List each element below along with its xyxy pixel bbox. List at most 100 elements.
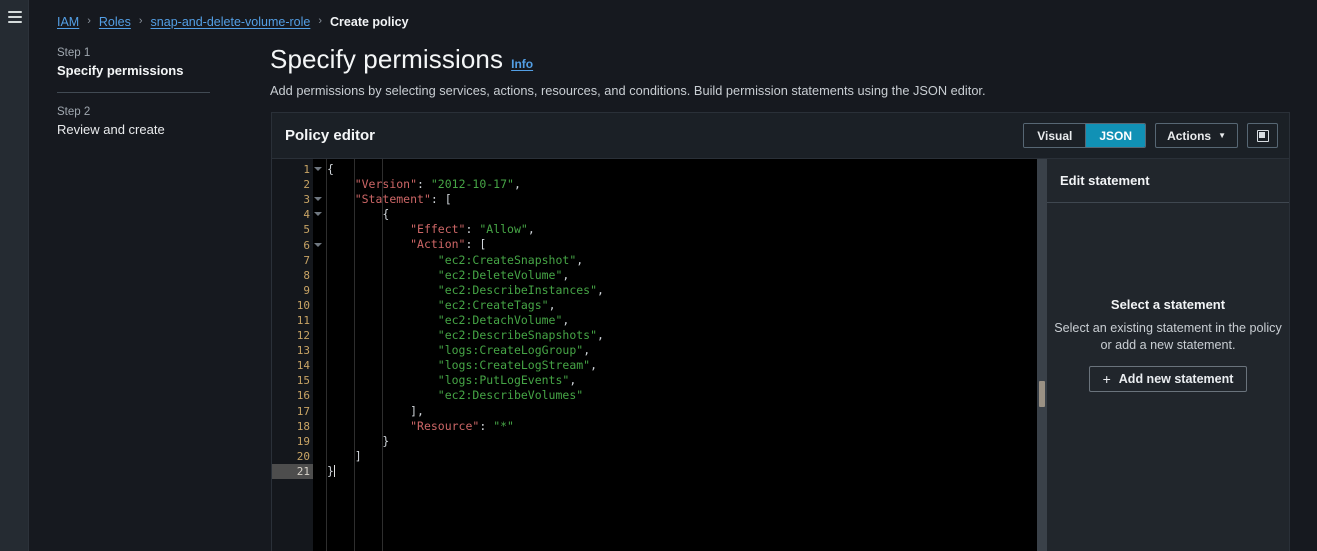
gutter-line-number: 17: [296, 404, 310, 418]
empty-state-title: Select a statement: [1110, 297, 1226, 312]
code-line: "Effect": "Allow",: [327, 222, 1047, 237]
gutter-line-number: 21: [272, 463, 313, 479]
code-token-str: "ec2:DescribeSnapshots": [437, 328, 598, 343]
code-token-str: "ec2:DetachVolume": [437, 312, 563, 327]
policy-editor-heading: Policy editor: [285, 127, 376, 144]
editor-vertical-scrollbar[interactable]: [1037, 159, 1047, 551]
breadcrumb-separator: ›: [138, 15, 143, 27]
code-token-key: "Statement": [354, 192, 431, 207]
code-token-brace: {: [327, 162, 334, 176]
gutter-line-number: 1: [272, 162, 322, 177]
code-token-punct: ,: [583, 343, 591, 358]
wizard-step-1[interactable]: Step 1 Specify permissions: [57, 45, 212, 80]
code-line: "ec2:CreateTags",: [327, 298, 1047, 313]
actions-button[interactable]: Actions ▼: [1155, 123, 1238, 148]
code-token-brace: }: [382, 433, 390, 448]
page-header: Specify permissions Info Add permissions…: [270, 44, 1290, 100]
wizard-step-2[interactable]: Step 2 Review and create: [57, 104, 212, 139]
code-line: "Action": [: [327, 237, 1047, 252]
step-title: Review and create: [57, 122, 165, 137]
text-cursor: [333, 464, 335, 477]
code-token-brace: ]: [354, 448, 362, 463]
breadcrumb-item-roles[interactable]: Roles: [99, 15, 131, 29]
code-line: "Statement": [: [327, 192, 1047, 207]
code-line: }: [327, 434, 1047, 449]
code-token-punct: ,: [597, 328, 604, 343]
code-token-key: "Resource": [410, 418, 480, 433]
breadcrumb-separator: ›: [87, 15, 91, 27]
code-token-punct: ,: [562, 312, 570, 327]
code-token-brace: ]: [410, 403, 418, 418]
editor-gutter: 1 2 3 4 5 6 7 8 9 10 11 12 13 14 15 16 17 18 19 20 21: [272, 159, 322, 551]
code-line: "logs:PutLogEvents",: [327, 373, 1047, 388]
gutter-line-number: 9: [303, 283, 310, 297]
gutter-line-number: 10: [296, 298, 310, 312]
scrollbar-thumb[interactable]: [1039, 381, 1045, 407]
code-line: {: [327, 207, 1047, 222]
code-token-punct: ,: [590, 358, 598, 373]
empty-state-description: Select an existing statement in the poli…: [1054, 321, 1282, 352]
gutter-line-number: 12: [296, 329, 310, 343]
actions-label: Actions: [1167, 128, 1212, 143]
chevron-down-icon: ▼: [1218, 130, 1226, 140]
code-token-punct: :: [479, 418, 494, 433]
gutter-line-number: 16: [296, 389, 310, 403]
breadcrumb-item-iam[interactable]: IAM: [57, 15, 79, 29]
code-line: }: [327, 464, 1047, 479]
breadcrumb: IAM › Roles › snap-and-delete-volume-role › Cr…: [57, 15, 409, 29]
toggle-side-panel-button[interactable]: [1247, 123, 1278, 148]
gutter-line-number: 14: [296, 359, 310, 373]
code-token-punct: ,: [513, 177, 521, 192]
code-token-punct: ,: [548, 297, 556, 312]
side-panel-icon: [1256, 129, 1269, 142]
policy-editor-toolbar: Policy editor Visual JSON Actions ▼: [272, 113, 1289, 158]
gutter-line-number: 11: [296, 313, 310, 327]
code-token-str: "ec2:DeleteVolume": [437, 267, 563, 282]
info-link[interactable]: Info: [511, 57, 533, 71]
policy-editor-body: 1 2 3 4 5 6 7 8 9 10 11 12 13 14 15 16 17 18 19 20 21 { "Ver…: [272, 158, 1289, 551]
add-new-statement-button[interactable]: + Add new statement: [1088, 366, 1248, 392]
step-divider: [57, 92, 210, 93]
gutter-line-number: 2: [303, 178, 310, 192]
code-token-str: "ec2:DescribeInstances": [437, 282, 598, 297]
code-token-str: "ec2:CreateTags": [437, 297, 549, 312]
tab-visual[interactable]: Visual: [1024, 124, 1086, 147]
code-line: "ec2:CreateSnapshot",: [327, 253, 1047, 268]
code-token-str: "ec2:CreateSnapshot": [437, 252, 577, 267]
breadcrumb-item-snap-and-delete-volume-role[interactable]: snap-and-delete-volume-role: [151, 15, 311, 29]
gutter-line-number: 8: [303, 268, 310, 282]
code-token-punct: :: [465, 237, 480, 252]
editor-mode-toggle: Visual JSON: [1023, 123, 1147, 148]
code-token-punct: ,: [527, 222, 535, 237]
gutter-line-number: 20: [296, 449, 310, 463]
json-code-editor[interactable]: 1 2 3 4 5 6 7 8 9 10 11 12 13 14 15 16 17 18 19 20 21 { "Ver…: [272, 159, 1047, 551]
step-eyebrow: Step 2: [57, 106, 91, 118]
tab-json[interactable]: JSON: [1086, 124, 1146, 147]
editor-code-area[interactable]: { "Version": "2012-10-17", "Statement": …: [313, 159, 1047, 551]
code-token-brace: [: [444, 192, 452, 207]
code-line: "ec2:DescribeVolumes": [327, 388, 1047, 403]
code-token-punct: :: [465, 222, 480, 237]
gutter-line-number: 18: [296, 419, 310, 433]
code-line: {: [327, 162, 1047, 177]
code-token-punct: ,: [569, 373, 577, 388]
gutter-line-number: 19: [296, 434, 310, 448]
gutter-line-number: 13: [296, 344, 310, 358]
page-description: Add permissions by selecting services, a…: [270, 83, 986, 98]
step-eyebrow: Step 1: [57, 47, 91, 59]
code-line: "ec2:DescribeInstances",: [327, 283, 1047, 298]
hamburger-icon[interactable]: [8, 11, 22, 23]
code-token-key: "Action": [410, 237, 466, 252]
